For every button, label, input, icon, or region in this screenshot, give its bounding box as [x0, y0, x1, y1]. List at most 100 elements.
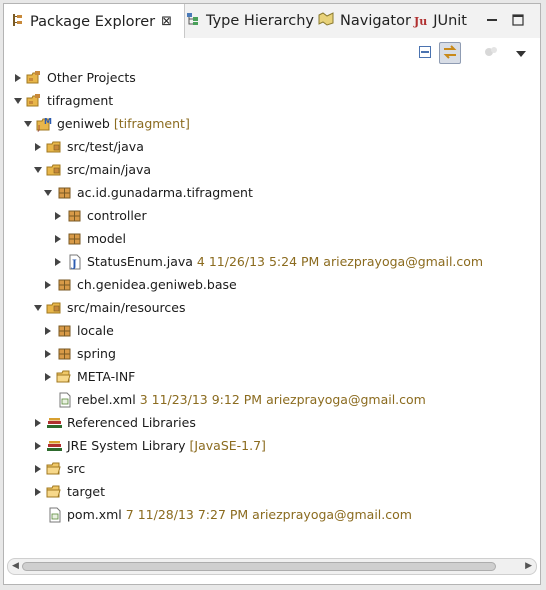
collapsed-arrow-icon[interactable] [52, 256, 64, 268]
scrollbar-thumb[interactable] [22, 562, 496, 571]
package-icon [56, 346, 74, 362]
tree-item[interactable]: ac.id.gunadarma.tifragment [42, 181, 253, 204]
view-tab-bar: Package Explorer ⊠ Type Hierarchy Naviga… [4, 4, 540, 39]
tab-label: JUnit [433, 13, 467, 29]
xml-file-icon [56, 392, 74, 408]
tree-item-decoration: 4 11/26/13 5:24 PM ariezprayoga@gmail.co… [196, 254, 484, 269]
expanded-arrow-icon[interactable] [22, 118, 34, 130]
tree-item[interactable]: META-INF [42, 365, 135, 388]
source-folder-icon [46, 300, 64, 316]
tree-item[interactable]: model [52, 227, 126, 250]
scroll-left-icon[interactable]: ◀ [12, 561, 19, 571]
tree-item[interactable]: M Jgeniweb [tifragment] [22, 112, 190, 135]
tree-item[interactable]: target [32, 480, 105, 503]
tree-item-decoration: 7 11/28/13 7:27 PM ariezprayoga@gmail.co… [125, 507, 412, 522]
tab-navigator[interactable]: Navigator [318, 4, 411, 38]
maven-project-icon: MJ [36, 116, 54, 132]
view-menu-icon [516, 46, 526, 61]
source-folder-icon [46, 162, 64, 178]
tree-item-label: pom.xml [67, 507, 122, 522]
collapsed-arrow-icon[interactable] [42, 325, 54, 337]
close-icon[interactable]: ⊠ [161, 14, 172, 29]
tree-item[interactable]: J StatusEnum.java 4 11/26/13 5:24 PM ariez… [52, 250, 483, 273]
minimize-icon[interactable] [486, 14, 498, 26]
scroll-right-icon[interactable]: ▶ [525, 561, 532, 571]
package-explorer-view: Package Explorer ⊠ Type Hierarchy Naviga… [3, 3, 541, 585]
tab-type-hierarchy[interactable]: Type Hierarchy [186, 4, 314, 38]
navigator-icon [318, 12, 334, 30]
working-set-icon [26, 70, 44, 86]
tree-item[interactable]: src/main/java [32, 158, 151, 181]
collapsed-arrow-icon[interactable] [32, 463, 44, 475]
folder-icon [46, 484, 64, 500]
collapsed-arrow-icon[interactable] [52, 210, 64, 222]
tree-item-label: rebel.xml [77, 392, 136, 407]
tab-label: Type Hierarchy [206, 13, 314, 29]
expanded-arrow-icon[interactable] [42, 187, 54, 199]
tree-item[interactable]: JRE System Library [JavaSE-1.7] [32, 434, 266, 457]
package-icon [56, 277, 74, 293]
collapsed-arrow-icon[interactable] [42, 279, 54, 291]
tree-item[interactable]: spring [42, 342, 116, 365]
svg-text:J: J [37, 124, 40, 132]
tree-item[interactable]: pom.xml 7 11/28/13 7:27 PM ariezprayoga@g… [32, 503, 412, 526]
collapse-all-button[interactable] [414, 42, 436, 64]
tree-item[interactable]: locale [42, 319, 114, 342]
tree-item[interactable]: controller [52, 204, 147, 227]
package-icon [66, 208, 84, 224]
tree-item-decoration: 3 11/23/13 9:12 PM ariezprayoga@gmail.co… [139, 392, 426, 407]
collapsed-arrow-icon[interactable] [32, 440, 44, 452]
collapse-all-icon [418, 45, 432, 62]
tree-item-label: StatusEnum.java [87, 254, 193, 269]
tree-item-decoration: [JavaSE-1.7] [189, 438, 266, 453]
tree-item[interactable]: src [32, 457, 85, 480]
tab-junit[interactable]: Ju JUnit [414, 4, 467, 38]
svg-text:J: J [71, 259, 77, 270]
package-icon [56, 323, 74, 339]
tree-item[interactable]: Referenced Libraries [32, 411, 196, 434]
collapsed-arrow-icon[interactable] [32, 141, 44, 153]
working-set-icon [26, 93, 44, 109]
tree-item-label: JRE System Library [67, 438, 186, 453]
tree-item-label: geniweb [57, 116, 110, 131]
horizontal-scrollbar[interactable]: ◀ ▶ [7, 558, 537, 575]
tree-item[interactable]: rebel.xml 3 11/23/13 9:12 PM ariezprayoga… [42, 388, 426, 411]
focus-icon [484, 45, 498, 62]
tree-item-label: src [67, 461, 86, 476]
expanded-arrow-icon[interactable] [12, 95, 24, 107]
collapsed-arrow-icon[interactable] [42, 371, 54, 383]
tree-item-label: Referenced Libraries [67, 415, 196, 430]
focus-button[interactable] [480, 42, 502, 64]
expanded-arrow-icon[interactable] [32, 302, 44, 314]
collapsed-arrow-icon[interactable] [12, 72, 24, 84]
tree-item[interactable]: src/main/resources [32, 296, 185, 319]
tree-item-label: Other Projects [47, 70, 136, 85]
collapsed-arrow-icon[interactable] [42, 348, 54, 360]
tab-package-explorer[interactable]: Package Explorer ⊠ [4, 4, 185, 39]
collapsed-arrow-icon[interactable] [52, 233, 64, 245]
tab-label: Package Explorer [30, 13, 156, 30]
tree-item[interactable]: src/test/java [32, 135, 144, 158]
folder-icon [56, 369, 74, 385]
tree-item[interactable]: tifragment [12, 89, 113, 112]
tree-item-label: src/test/java [67, 139, 144, 154]
tree-item[interactable]: ch.genidea.geniweb.base [42, 273, 237, 296]
collapsed-arrow-icon[interactable] [32, 486, 44, 498]
java-file-icon: J [66, 254, 84, 270]
expanded-arrow-icon[interactable] [32, 164, 44, 176]
folder-icon [46, 461, 64, 477]
maximize-icon[interactable] [512, 14, 524, 26]
svg-text:M: M [44, 117, 52, 126]
view-menu-button[interactable] [510, 42, 532, 64]
tree-item-label: target [67, 484, 106, 499]
collapsed-arrow-icon[interactable] [32, 417, 44, 429]
link-with-editor-button[interactable] [439, 42, 461, 64]
tree-item-label: spring [77, 346, 116, 361]
tree-item[interactable]: Other Projects [12, 66, 136, 89]
xml-file-icon [46, 507, 64, 523]
package-icon [56, 185, 74, 201]
tree-item-label: tifragment [47, 93, 114, 108]
type-hierarchy-icon [186, 12, 200, 30]
